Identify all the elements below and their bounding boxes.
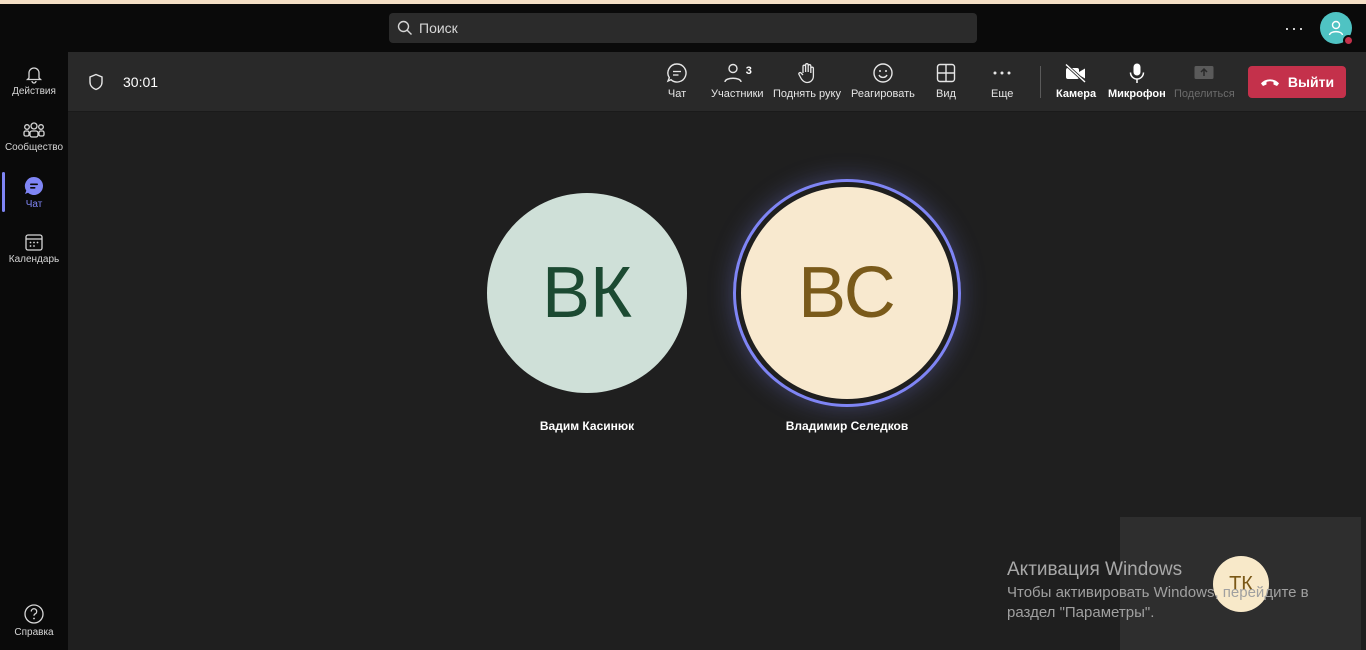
share-button[interactable]: Поделиться [1174,62,1235,106]
rail-item-label: Чат [25,198,43,210]
rail-item-activity[interactable]: Действия [0,54,68,106]
meeting-timer: 30:01 [123,74,159,90]
people-icon [724,63,742,83]
microphone-toggle-label: Микрофон [1108,88,1166,100]
calendar-icon [25,233,43,251]
more-options-button[interactable]: ··· [1284,18,1305,39]
hang-up-icon [1260,79,1279,86]
share-button-label: Поделиться [1174,88,1235,100]
participants-button[interactable]: 3 Участники [711,62,764,106]
react-button-label: Реагировать [851,88,915,100]
rail-item-label: Справка [14,626,54,638]
person-icon [1328,20,1344,36]
rail-item-help[interactable]: Справка [0,594,68,646]
participant-avatar[interactable]: ВС [741,187,953,399]
chat-icon [24,176,44,195]
ellipsis-icon [993,71,1011,75]
grid-view-icon [936,63,956,83]
participant-avatar[interactable]: ВК [487,193,687,393]
watermark-body: Чтобы активировать Windows, перейдите в … [1007,584,1309,621]
watermark-title: Активация Windows [1007,559,1183,580]
chat-button[interactable]: Чат [666,62,688,106]
search-placeholder: Поиск [419,20,458,36]
camera-off-icon [1065,63,1087,84]
raise-hand-button-label: Поднять руку [773,88,841,100]
chat-bubble-icon [666,63,687,83]
rail-item-chat[interactable]: Чат [0,166,68,218]
rail-item-community[interactable]: Сообщество [0,110,68,162]
windows-activation-watermark: Активация Windows Чтобы активировать Win… [1007,559,1327,623]
leave-button-label: Выйти [1287,74,1335,90]
microphone-toggle[interactable]: Микрофон [1108,62,1166,106]
search-icon [397,20,412,35]
leave-button[interactable]: Выйти [1248,66,1346,98]
rail-item-label: Календарь [8,253,60,265]
rail-item-label: Действия [12,85,56,97]
presence-busy-indicator [1343,35,1354,46]
toolbar-divider [1040,66,1041,98]
more-actions-button[interactable]: Еще [991,62,1013,106]
participant-name: Вадим Касинюк [539,419,635,433]
participant-initials: ВК [542,253,632,333]
camera-toggle-label: Камера [1056,88,1097,100]
view-button[interactable]: Вид [936,62,956,106]
more-actions-button-label: Еще [991,88,1014,100]
participant-name: Владимир Селедков [785,419,909,433]
app-rail: Действия Сообщество Чат Календарь Справк… [0,52,68,650]
rail-item-calendar[interactable]: Календарь [0,222,68,274]
react-button[interactable]: Реагировать [851,62,915,106]
shield-icon[interactable] [88,73,104,91]
hand-icon [798,63,815,84]
bell-icon [25,66,43,84]
view-button-label: Вид [936,88,956,100]
community-icon [23,121,45,138]
microphone-icon [1129,63,1145,83]
title-bar: Поиск ··· [0,4,1366,52]
participants-count: 3 [745,65,752,77]
participant-initials: ВС [798,253,896,333]
participants-button-label: Участники [711,88,764,100]
chat-button-label: Чат [667,88,687,100]
search-box[interactable]: Поиск [389,13,977,43]
help-icon [24,603,44,624]
share-tray-icon [1194,66,1214,79]
raise-hand-button[interactable]: Поднять руку [773,62,841,106]
camera-toggle[interactable]: Камера [1056,62,1096,106]
rail-item-label: Сообщество [4,141,64,153]
smiley-icon [873,63,893,83]
user-avatar[interactable] [1320,12,1354,46]
meeting-toolbar: 30:01 Чат 3 Участники Поднять руку Реаги… [68,52,1366,112]
